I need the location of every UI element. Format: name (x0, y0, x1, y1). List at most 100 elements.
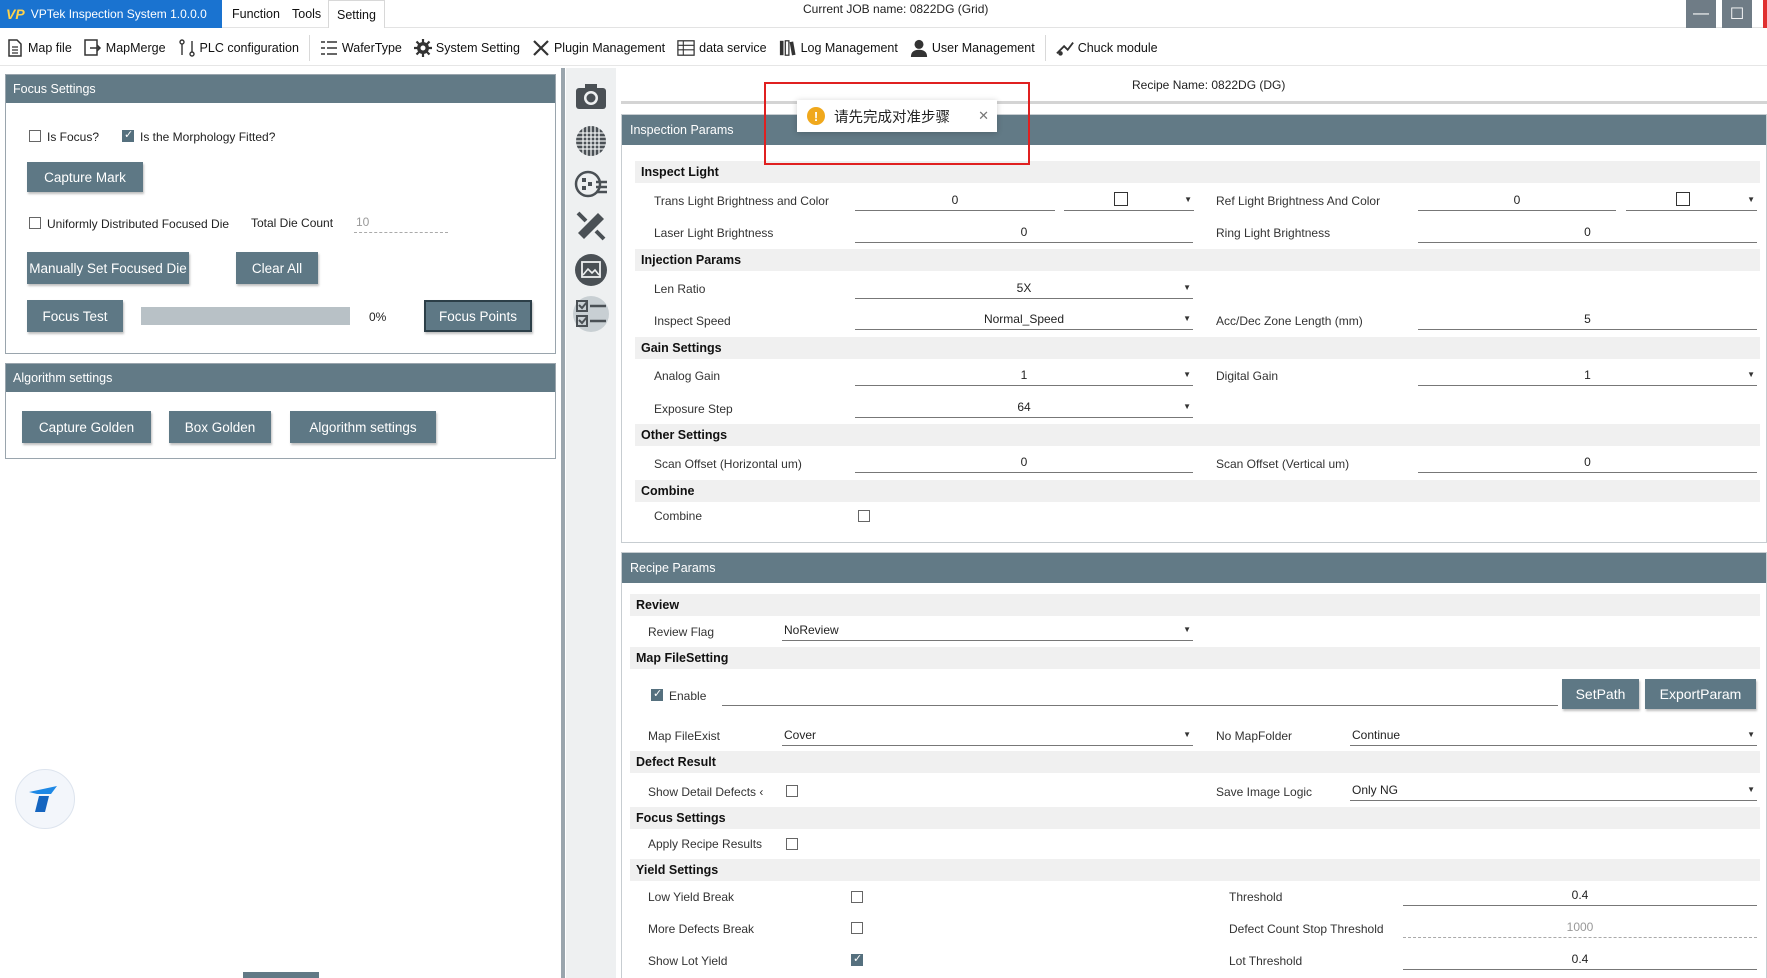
trans-light-input[interactable]: 0 (855, 189, 1055, 211)
morphology-fitted-label: Is the Morphology Fitted? (140, 130, 276, 144)
map-file-exist-dropdown[interactable]: Cover ▼ (782, 724, 1193, 746)
app-title: VP VPTek Inspection System 1.0.0.0 (0, 0, 222, 28)
menu-tools[interactable]: Tools (284, 0, 329, 28)
scan-offset-vertical-input[interactable]: 0 (1418, 451, 1757, 473)
apply-recipe-results-checkbox[interactable] (786, 838, 798, 850)
threshold-input[interactable]: 0.4 (1403, 884, 1757, 906)
wafer-grid-icon[interactable] (573, 123, 609, 159)
menu-setting[interactable]: Setting (328, 0, 385, 28)
clear-all-button[interactable]: Clear All (236, 252, 318, 284)
enable-checkbox[interactable] (651, 687, 663, 701)
color-swatch (1114, 192, 1128, 206)
digital-gain-dropdown[interactable]: 1 ▼ (1418, 364, 1757, 386)
toolbar-log-management[interactable]: Log Management (773, 33, 904, 63)
close-icon[interactable]: ✕ (978, 108, 989, 124)
panel-title: Focus Settings (6, 75, 555, 103)
toolbar-plc-configuration[interactable]: PLC configuration (172, 33, 305, 63)
analog-gain-label: Analog Gain (654, 369, 721, 383)
image-gallery-icon[interactable] (573, 252, 609, 288)
tools-icon (532, 39, 550, 57)
uniform-focused-die-checkbox[interactable] (29, 217, 41, 229)
low-yield-break-checkbox[interactable] (851, 891, 863, 903)
morphology-fitted-checkbox[interactable] (122, 128, 134, 142)
warning-icon: ! (807, 107, 825, 125)
trans-light-color-dropdown[interactable]: ▼ (1064, 189, 1194, 211)
export-param-button[interactable]: ExportParam (1645, 679, 1756, 709)
toolbar-map-file[interactable]: Map file (0, 33, 78, 63)
combine-checkbox[interactable] (858, 510, 870, 522)
toolbar-label: Log Management (800, 40, 898, 55)
manually-set-focused-die-button[interactable]: Manually Set Focused Die (27, 252, 189, 284)
inspect-speed-dropdown[interactable]: Normal_Speed ▼ (855, 308, 1193, 330)
toolbar-data-service[interactable]: data service (671, 33, 772, 63)
checklist-icon[interactable] (573, 296, 609, 332)
menu-function[interactable]: Function (224, 0, 288, 28)
laser-light-label: Laser Light Brightness (654, 226, 774, 240)
is-focus-label: Is Focus? (47, 130, 100, 144)
show-lot-yield-checkbox[interactable] (851, 952, 863, 966)
toolbar-system-setting[interactable]: System Setting (408, 33, 526, 63)
camera-icon[interactable] (573, 78, 609, 114)
recipe-params-section: Recipe Params Review Map FileSetting Def… (621, 552, 1767, 978)
minimize-button[interactable]: — (1686, 0, 1716, 28)
focus-points-button[interactable]: Focus Points (424, 300, 532, 332)
toolbar-label: System Setting (435, 40, 520, 55)
capture-mark-button[interactable]: Capture Mark (27, 162, 143, 192)
uniform-focused-die-label: Uniformly Distributed Focused Die (47, 217, 230, 231)
review-flag-dropdown[interactable]: NoReview ▼ (782, 619, 1193, 641)
ring-light-input[interactable]: 0 (1418, 221, 1757, 243)
toolbar-label: User Management (931, 40, 1035, 55)
group-yield-settings: Yield Settings (630, 859, 1760, 881)
map-file-path-input[interactable] (722, 684, 1558, 706)
lot-threshold-input[interactable]: 0.4 (1403, 948, 1757, 970)
toast-message: 请先完成对准步骤 (834, 109, 950, 126)
defect-count-stop-threshold-label: Defect Count Stop Threshold (1229, 922, 1384, 936)
toolbar-label: WaferType (341, 40, 402, 55)
laser-light-input[interactable]: 0 (855, 221, 1193, 243)
inspect-speed-label: Inspect Speed (654, 314, 731, 328)
toolbar-label: Map file (28, 40, 72, 55)
is-focus-checkbox[interactable] (29, 130, 41, 142)
no-map-folder-dropdown[interactable]: Continue ▼ (1350, 724, 1757, 746)
app-title-text: VPTek Inspection System 1.0.0.0 (30, 7, 207, 21)
len-ratio-dropdown[interactable]: 5X ▼ (855, 277, 1193, 299)
acc-dec-zone-label: Acc/Dec Zone Length (mm) (1216, 314, 1363, 328)
total-die-count-input[interactable]: 10 (354, 211, 448, 233)
list-icon (320, 39, 338, 57)
collapsed-panel-tab[interactable] (243, 972, 319, 978)
toolbar-wafertype[interactable]: WaferType (314, 33, 408, 63)
ruler-icon[interactable] (573, 208, 609, 244)
box-golden-button[interactable]: Box Golden (169, 411, 271, 443)
scan-offset-horizontal-input[interactable]: 0 (855, 451, 1193, 473)
focus-test-button[interactable]: Focus Test (27, 300, 123, 332)
exposure-step-dropdown[interactable]: 64 ▼ (855, 396, 1193, 418)
scan-offset-vertical-label: Scan Offset (Vertical um) (1216, 457, 1350, 471)
show-lot-yield-label: Show Lot Yield (648, 954, 728, 968)
panel-title: Algorithm settings (6, 364, 555, 392)
map-list-icon[interactable] (573, 166, 609, 202)
toolbar-chuck-module[interactable]: Chuck module (1050, 33, 1164, 63)
save-image-logic-dropdown[interactable]: Only NG ▼ (1350, 779, 1757, 801)
close-button[interactable] (1763, 0, 1767, 28)
map-file-exist-value: Cover (784, 727, 817, 742)
app-logo: VP (6, 6, 25, 22)
toolbar-plugin-management[interactable]: Plugin Management (526, 33, 671, 63)
assistant-widget[interactable] (15, 769, 75, 829)
show-detail-defects-checkbox[interactable] (786, 785, 798, 797)
algorithm-settings-button[interactable]: Algorithm settings (290, 411, 436, 443)
defect-count-stop-threshold-input[interactable]: 1000 (1403, 916, 1757, 938)
capture-golden-button[interactable]: Capture Golden (22, 411, 151, 443)
toolbar-user-management[interactable]: User Management (904, 33, 1041, 63)
chevron-down-icon: ▼ (1184, 195, 1192, 204)
more-defects-break-checkbox[interactable] (851, 922, 863, 934)
save-image-logic-value: Only NG (1352, 782, 1399, 797)
ref-light-color-dropdown[interactable]: ▼ (1626, 189, 1757, 211)
set-path-button[interactable]: SetPath (1562, 679, 1639, 709)
splitter[interactable] (561, 68, 565, 978)
toolbar-mapmerge[interactable]: MapMerge (78, 33, 172, 63)
maximize-button[interactable]: ☐ (1722, 0, 1752, 28)
ref-light-input[interactable]: 0 (1418, 189, 1616, 211)
acc-dec-zone-input[interactable]: 5 (1418, 308, 1757, 330)
no-map-folder-label: No MapFolder (1216, 729, 1293, 743)
analog-gain-dropdown[interactable]: 1 ▼ (855, 364, 1193, 386)
